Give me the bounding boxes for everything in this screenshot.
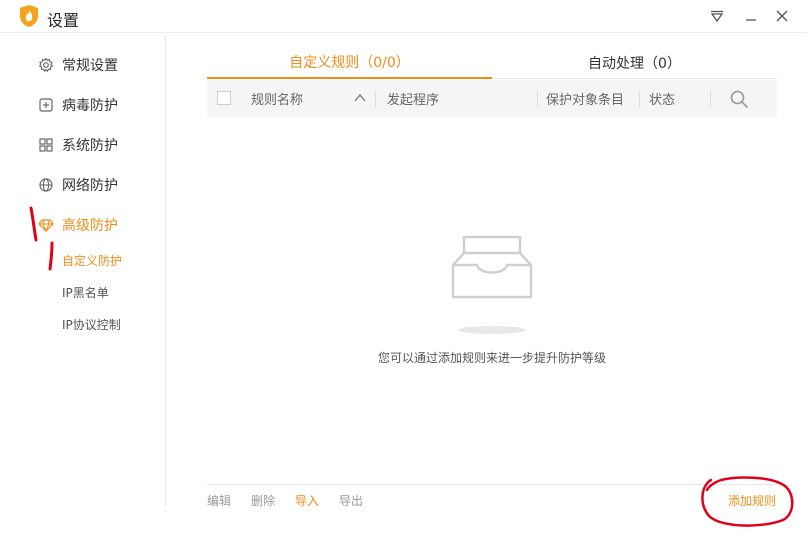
edit-button[interactable]: 编辑 <box>207 492 231 509</box>
chevron-up-icon[interactable] <box>353 91 367 105</box>
sidebar-item-label: 常规设置 <box>62 58 118 74</box>
import-button[interactable]: 导入 <box>295 492 319 509</box>
column-header-initiator[interactable]: 发起程序 <box>387 80 439 117</box>
sidebar-item-general[interactable]: 常规设置 <box>38 53 118 77</box>
column-header-protected-items[interactable]: 保护对象条目 <box>546 80 624 117</box>
column-divider <box>710 90 711 108</box>
annotation-mark <box>48 241 54 271</box>
annotation-circle <box>701 476 794 527</box>
gear-icon <box>38 57 54 73</box>
sidebar-item-system[interactable]: 系统防护 <box>38 133 118 157</box>
sidebar-subitem-custom[interactable]: 自定义防护 <box>62 250 122 270</box>
globe-icon <box>38 177 54 193</box>
sidebar-item-label: 病毒防护 <box>62 98 118 114</box>
minimize-button[interactable] <box>740 5 762 27</box>
footer-divider <box>207 484 777 485</box>
title-bar: 设置 <box>0 0 807 33</box>
column-header-status[interactable]: 状态 <box>649 80 675 117</box>
plus-square-icon <box>38 97 54 113</box>
sidebar-item-virus[interactable]: 病毒防护 <box>38 93 118 117</box>
sidebar: 常规设置 病毒防护 系统防护 网络防护 高级防护 自定义防护 IP黑名单 IP协… <box>0 34 166 506</box>
sidebar-item-label: 高级防护 <box>62 218 118 234</box>
menu-down-button[interactable] <box>706 5 728 27</box>
sidebar-item-label: 网络防护 <box>62 178 118 194</box>
column-header-rule-name[interactable]: 规则名称 <box>251 80 303 117</box>
flame-shield-logo <box>20 5 38 27</box>
sidebar-item-network[interactable]: 网络防护 <box>38 173 118 197</box>
diamond-icon <box>38 217 54 233</box>
sidebar-item-advanced[interactable]: 高级防护 <box>38 213 118 237</box>
column-divider <box>537 90 538 108</box>
menu-down-icon <box>710 10 724 22</box>
tab-bar: 自定义规则（0/0） 自动处理（0） <box>207 47 777 79</box>
select-all-checkbox[interactable] <box>217 91 231 105</box>
tab-auto-handle[interactable]: 自动处理（0） <box>492 47 777 79</box>
column-divider <box>375 90 376 108</box>
sidebar-subitem-ip-protocol[interactable]: IP协议控制 <box>62 314 121 334</box>
search-icon[interactable] <box>729 89 749 109</box>
delete-button[interactable]: 删除 <box>251 492 275 509</box>
minimize-icon <box>746 19 756 21</box>
table-header: 规则名称 发起程序 保护对象条目 状态 <box>207 80 777 117</box>
export-button[interactable]: 导出 <box>339 492 363 509</box>
empty-state-message: 您可以通过添加规则来进一步提升防护等级 <box>377 351 606 365</box>
close-icon <box>776 10 788 22</box>
close-button[interactable] <box>771 5 793 27</box>
empty-inbox-icon <box>451 235 533 334</box>
column-divider <box>639 90 640 108</box>
tab-custom-rules[interactable]: 自定义规则（0/0） <box>207 47 492 79</box>
window-title: 设置 <box>47 11 80 30</box>
annotation-mark <box>29 206 38 242</box>
sidebar-item-label: 系统防护 <box>62 138 118 154</box>
grid-icon <box>38 137 54 153</box>
sidebar-subitem-ip-blacklist[interactable]: IP黑名单 <box>62 282 109 302</box>
